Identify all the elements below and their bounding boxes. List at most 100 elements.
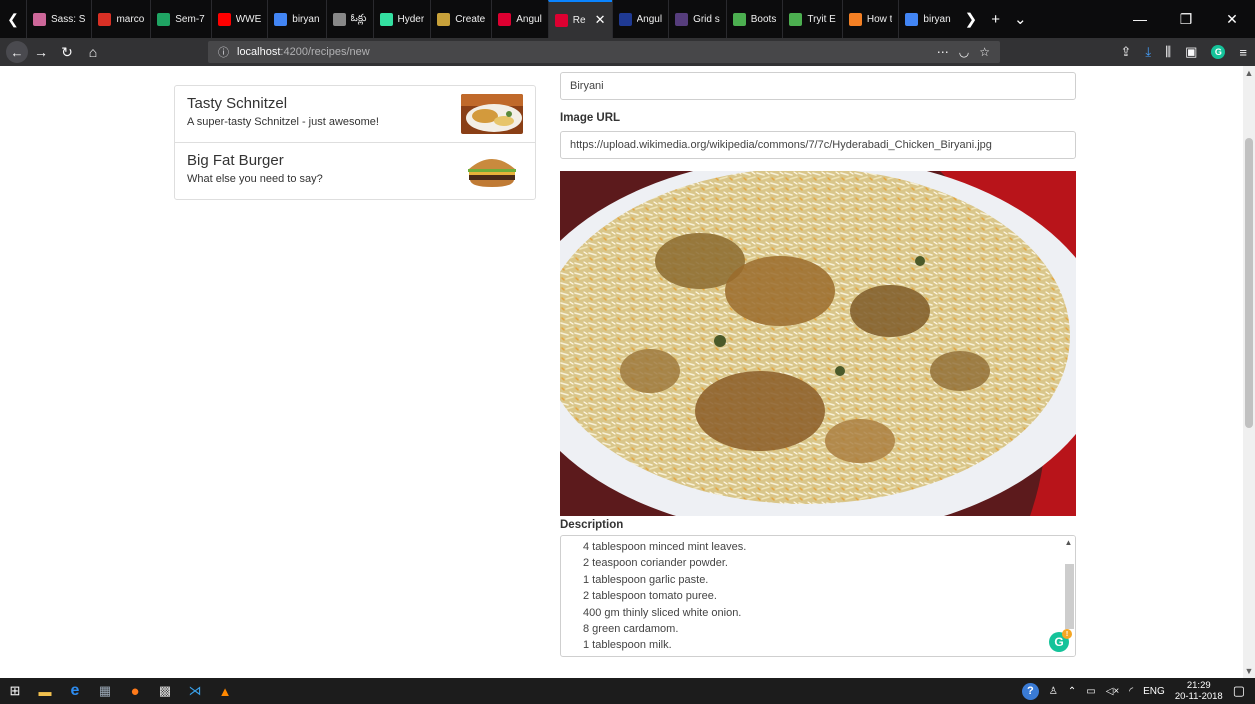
wikipedia-icon bbox=[332, 12, 346, 26]
recipe-name-input[interactable]: Biryani bbox=[560, 72, 1076, 100]
forward-icon[interactable]: → bbox=[28, 44, 54, 60]
w3schools-icon bbox=[732, 12, 746, 26]
pocket-icon[interactable]: ◡ bbox=[959, 45, 969, 59]
wifi-icon[interactable]: ◜ bbox=[1129, 686, 1133, 697]
minimize-icon[interactable]: — bbox=[1117, 11, 1163, 27]
notifications-icon[interactable]: ▢ bbox=[1233, 683, 1245, 699]
scroll-tabs-right-icon[interactable]: ❯ bbox=[965, 10, 978, 28]
browser-tab[interactable]: Grid s bbox=[668, 0, 726, 38]
file-explorer-icon[interactable]: ▬ bbox=[30, 678, 60, 704]
app-icon[interactable]: ▩ bbox=[150, 678, 180, 704]
page-scrollbar[interactable]: ▲ ▼ bbox=[1243, 66, 1255, 678]
page-actions-icon[interactable]: ⋯ bbox=[937, 45, 949, 59]
browser-tab[interactable]: Re ✕ bbox=[547, 0, 612, 38]
browser-tab[interactable]: Create bbox=[430, 0, 491, 38]
scroll-up-icon[interactable]: ▲ bbox=[1062, 538, 1075, 547]
browser-tab-title: Sem-7 bbox=[175, 13, 205, 25]
browser-tab[interactable]: Hyder bbox=[372, 0, 431, 38]
library-icon[interactable]: ⫼ bbox=[1165, 44, 1171, 60]
windows-start-icon[interactable]: ⊞ bbox=[0, 678, 30, 704]
tab-list: Sass: S marco Sem-7 WWE biryan ఓక్లు Hyder Crea… bbox=[26, 0, 957, 38]
recipe-item-tasty-schnitzel[interactable]: Tasty Schnitzel A super-tasty Schnitzel … bbox=[174, 85, 536, 143]
image-url-input[interactable]: https://upload.wikimedia.org/wikipedia/c… bbox=[560, 131, 1076, 159]
page-content: Tasty Schnitzel A super-tasty Schnitzel … bbox=[0, 66, 1243, 678]
site-info-icon[interactable]: ⓘ bbox=[218, 44, 229, 60]
image-url-label: Image URL bbox=[560, 112, 621, 124]
url-bar[interactable]: ⓘ localhost:4200/recipes/new ⋯ ◡ ☆ bbox=[208, 41, 1000, 63]
browser-tab[interactable]: ఓక్లు bbox=[325, 0, 373, 38]
people-icon[interactable]: ♙ bbox=[1049, 686, 1058, 697]
bookmark-star-icon[interactable]: ☆ bbox=[979, 45, 990, 59]
url-bar-actions: ⋯ ◡ ☆ bbox=[937, 45, 990, 59]
browser-tab[interactable]: biryan bbox=[898, 0, 956, 38]
new-tab-icon[interactable]: + bbox=[991, 11, 1000, 28]
url-host: localhost bbox=[237, 46, 281, 58]
google-icon bbox=[905, 12, 919, 26]
volume-icon[interactable]: ◁× bbox=[1106, 686, 1120, 697]
description-textarea[interactable]: 4 tablespoon minced mint leaves. 2 teasp… bbox=[560, 535, 1076, 657]
recipe-thumbnail-schnitzel bbox=[461, 94, 523, 134]
scroll-tabs-left-icon[interactable]: ❮ bbox=[0, 0, 26, 38]
description-line: 1 tablespoon milk. bbox=[583, 639, 672, 652]
back-icon[interactable]: ← bbox=[6, 41, 28, 63]
clock[interactable]: 21:29 20-11-2018 bbox=[1175, 680, 1223, 702]
tab-strip-controls: ❯ + ⌄ bbox=[965, 10, 1027, 29]
browser-tab[interactable]: How t bbox=[841, 0, 899, 38]
textarea-scroll-thumb[interactable] bbox=[1065, 564, 1074, 629]
close-tab-icon[interactable]: ✕ bbox=[595, 12, 606, 28]
window-controls: — ❐ ✕ bbox=[1117, 0, 1255, 38]
sass-icon bbox=[33, 12, 46, 26]
angular-icon bbox=[554, 13, 568, 27]
browser-tab-title: Grid s bbox=[693, 13, 720, 25]
grammarly-extension-icon[interactable]: G bbox=[1211, 45, 1226, 59]
help-icon[interactable]: ? bbox=[1021, 682, 1039, 700]
show-hidden-icons-icon[interactable]: ⌃ bbox=[1068, 686, 1076, 697]
browser-tab[interactable]: marco bbox=[91, 0, 150, 38]
upload-icon[interactable]: ⇪ bbox=[1120, 44, 1131, 60]
edge-icon[interactable]: e bbox=[60, 678, 90, 704]
recipe-item-big-fat-burger[interactable]: Big Fat Burger What else you need to say… bbox=[174, 142, 536, 200]
reload-icon[interactable]: ↻ bbox=[54, 44, 80, 61]
description-line: 2 tablespoon tomato puree. bbox=[583, 590, 717, 603]
browser-tab[interactable]: Sass: S bbox=[26, 0, 91, 38]
vscode-icon[interactable]: ⋊ bbox=[180, 678, 210, 704]
browser-tab[interactable]: biryan bbox=[267, 0, 325, 38]
gmail-icon bbox=[98, 12, 112, 26]
browser-tab-title: biryan bbox=[292, 13, 320, 25]
scroll-up-icon[interactable]: ▲ bbox=[1243, 68, 1255, 78]
menu-icon[interactable]: ≡ bbox=[1239, 45, 1247, 60]
tripadvisor-icon bbox=[379, 12, 393, 26]
description-line: 1 tablespoon garlic paste. bbox=[583, 573, 709, 586]
recipe-list: Tasty Schnitzel A super-tasty Schnitzel … bbox=[174, 85, 536, 200]
browser-tab[interactable]: WWE bbox=[210, 0, 268, 38]
restore-icon[interactable]: ❐ bbox=[1163, 11, 1209, 28]
browser-tab-title: Re bbox=[572, 14, 586, 26]
grammarly-icon[interactable]: G! bbox=[1049, 629, 1072, 652]
browser-tab[interactable]: Boots bbox=[725, 0, 783, 38]
sidebar-icon[interactable]: ▣ bbox=[1185, 44, 1197, 60]
grammarly-alert-badge: ! bbox=[1062, 629, 1072, 639]
downloads-icon[interactable]: ⤓ bbox=[1145, 44, 1151, 60]
toolbar-right: ⇪ ⤓ ⫼ ▣ G ≡ bbox=[1120, 38, 1247, 66]
battery-icon[interactable]: ▭ bbox=[1086, 686, 1095, 697]
browser-tab[interactable]: Sem-7 bbox=[150, 0, 210, 38]
list-all-tabs-icon[interactable]: ⌄ bbox=[1014, 10, 1027, 28]
close-window-icon[interactable]: ✕ bbox=[1209, 11, 1255, 28]
browser-tab[interactable]: Angul bbox=[611, 0, 669, 38]
url-path: :4200/recipes/new bbox=[280, 46, 370, 58]
scroll-down-icon[interactable]: ▼ bbox=[1243, 666, 1255, 676]
browser-tab-title: Angul bbox=[636, 13, 663, 25]
language-indicator[interactable]: ENG bbox=[1143, 686, 1165, 697]
firefox-icon[interactable]: ● bbox=[120, 678, 150, 704]
page-scroll-thumb[interactable] bbox=[1245, 138, 1253, 428]
home-icon[interactable]: ⌂ bbox=[80, 44, 106, 60]
browser-tab[interactable]: Angul bbox=[491, 0, 548, 38]
browser-tab[interactable]: Tryit E bbox=[782, 0, 842, 38]
windows-taskbar: ⊞ ▬ e ▦ ● ▩ ⋊ ▲ ? ♙ ⌃ ▭ ◁× ◜ ENG 21:29 2… bbox=[0, 678, 1255, 704]
photos-icon[interactable]: ▦ bbox=[90, 678, 120, 704]
description-line: 8 green cardamom. bbox=[583, 623, 679, 636]
browser-tab-title: Sass: S bbox=[51, 13, 86, 25]
description-line: 400 gm thinly sliced white onion. bbox=[583, 606, 742, 619]
angular-icon bbox=[498, 12, 512, 26]
vlc-icon[interactable]: ▲ bbox=[210, 678, 240, 704]
